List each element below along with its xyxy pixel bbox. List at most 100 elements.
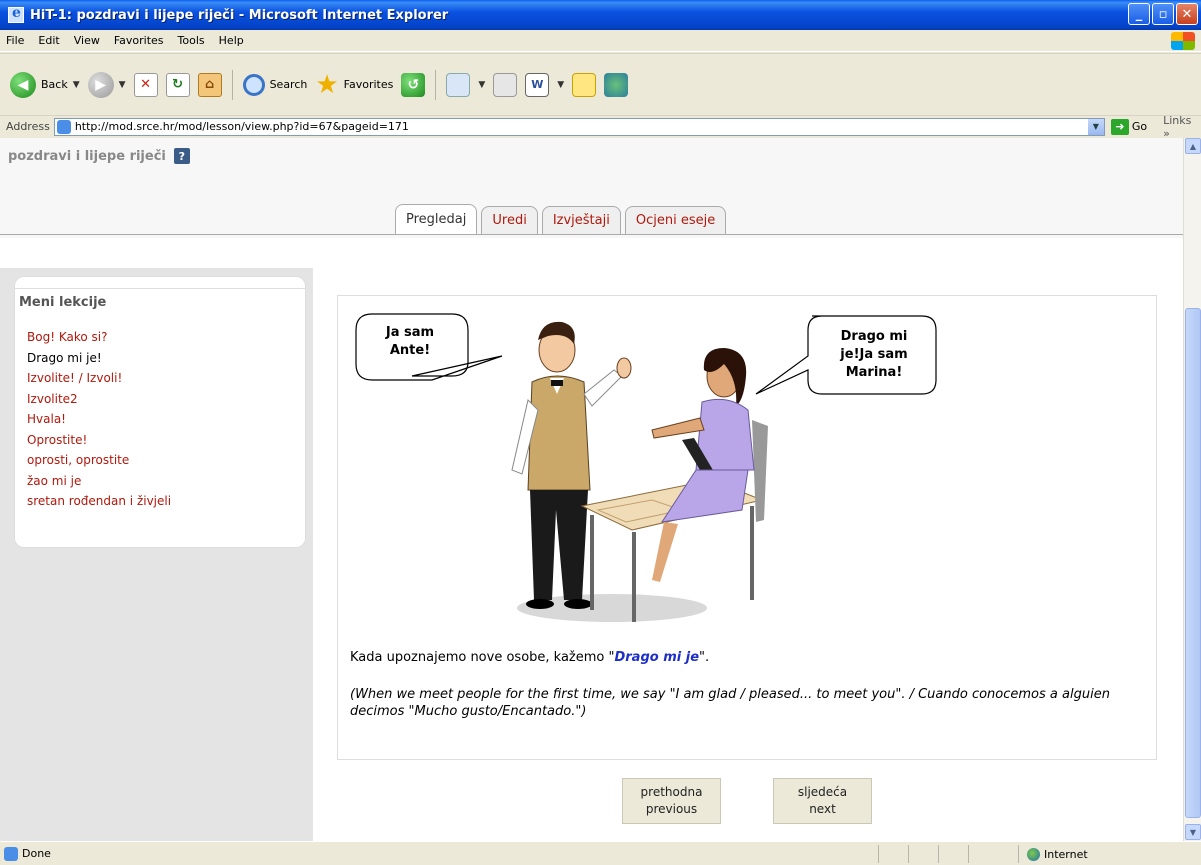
window-titlebar: HiT-1: pozdravi i lijepe riječi - Micros… [0, 0, 1201, 30]
lesson-menu-item[interactable]: sretan rođendan i živjeli [27, 491, 171, 512]
page-title-text: pozdravi i lijepe riječi [8, 148, 166, 164]
status-panel [908, 845, 938, 863]
lesson-menu-item[interactable]: Izvolite2 [27, 389, 171, 410]
links-label: Links [1163, 113, 1192, 127]
address-input[interactable]: http://mod.srce.hr/mod/lesson/view.php?i… [53, 117, 1105, 136]
page-viewport: pozdravi i lijepe riječi ? Pregledaj Ure… [0, 138, 1183, 841]
toolbar-separator [231, 69, 233, 100]
man-figure [511, 321, 632, 609]
page-done-icon [4, 846, 18, 861]
status-panels [878, 845, 998, 863]
window-controls: _ ▫ ✕ [1128, 3, 1198, 25]
lesson-text-highlight: Drago mi je [614, 650, 700, 665]
cartoon-illustration: Ja sam Ante! Drago mi je!Ja sam Marina! [355, 313, 937, 622]
zone-label: Internet [1044, 847, 1088, 861]
windows-logo-icon [1171, 32, 1195, 50]
menu-file[interactable]: File [6, 34, 24, 47]
go-arrow-icon: ➜ [1110, 118, 1129, 135]
next-label-hr: sljedeća [797, 785, 848, 799]
next-button[interactable]: sljedeća next [773, 778, 872, 824]
vertical-scrollbar[interactable]: ▲ ▼ [1183, 138, 1201, 841]
speech-bubble-ante: Ja sam Ante! [355, 313, 503, 381]
address-bar: Address http://mod.srce.hr/mod/lesson/vi… [0, 114, 1201, 140]
lesson-menu-item[interactable]: oprosti, oprostite [27, 450, 171, 471]
tab-pregledaj[interactable]: Pregledaj [395, 204, 478, 234]
page-icon [56, 119, 71, 134]
menu-view[interactable]: View [74, 34, 100, 47]
scroll-down-arrow-icon[interactable]: ▼ [1185, 824, 1201, 840]
bubble-ante-line1: Ja sam [385, 325, 434, 340]
minimize-button[interactable]: _ [1128, 3, 1150, 25]
star-icon: ★ [315, 69, 339, 100]
bubble-marina-line2: je!Ja sam [839, 347, 907, 362]
stop-button[interactable]: ✕ [133, 72, 158, 97]
menu-help[interactable]: Help [219, 34, 244, 47]
close-button[interactable]: ✕ [1176, 3, 1198, 25]
dropdown-arrow-icon: ▼ [118, 79, 126, 90]
refresh-button[interactable]: ↻ [165, 72, 190, 97]
mail-icon[interactable] [446, 72, 471, 97]
tab-divider [0, 234, 1183, 235]
tab-uredi[interactable]: Uredi [481, 206, 538, 234]
security-zone: Internet [1018, 845, 1188, 863]
help-icon[interactable]: ? [173, 148, 190, 164]
maximize-button[interactable]: ▫ [1152, 3, 1174, 25]
scroll-up-arrow-icon[interactable]: ▲ [1185, 138, 1201, 154]
page-header: pozdravi i lijepe riječi ? Pregledaj Ure… [0, 138, 1183, 238]
translation-text: (When we meet people for the first time,… [350, 687, 1110, 719]
home-button[interactable]: ⌂ [197, 72, 222, 97]
search-button[interactable]: Search [242, 65, 307, 105]
lesson-menu-item-current: Drago mi je! [27, 350, 102, 365]
go-label: Go [1131, 120, 1148, 133]
tab-ocjeni-eseje[interactable]: Ocjeni eseje [624, 206, 727, 234]
bubble-ante-line2: Ante! [390, 343, 430, 358]
dropdown-arrow-icon[interactable]: ▼ [478, 80, 485, 90]
window-title: HiT-1: pozdravi i lijepe riječi - Micros… [30, 7, 449, 23]
links-button[interactable]: Links » [1163, 114, 1201, 140]
back-label: Back [41, 78, 68, 91]
address-label: Address [6, 120, 50, 133]
lesson-text-end: ". [699, 650, 710, 665]
menu-favorites[interactable]: Favorites [114, 34, 164, 47]
toolbar-separator [435, 69, 437, 100]
previous-button[interactable]: prethodna previous [622, 778, 721, 824]
speech-bubble-marina: Drago mi je!Ja sam Marina! [755, 315, 937, 395]
block-header-bar [15, 277, 305, 289]
lesson-content: Ja sam Ante! Drago mi je!Ja sam Marina! [337, 295, 1157, 760]
scrollbar-thumb[interactable] [1185, 308, 1201, 818]
status-text: Done [22, 847, 51, 860]
next-label-en: next [809, 802, 836, 816]
favorites-button[interactable]: ★ Favorites [315, 65, 393, 105]
messenger-icon[interactable] [604, 72, 629, 97]
lesson-menu-item[interactable]: Bog! Kako si? [27, 327, 171, 348]
lesson-menu-heading: Meni lekcije [19, 295, 107, 310]
lesson-menu-item[interactable]: Oprostite! [27, 430, 171, 451]
notes-icon[interactable] [572, 72, 597, 97]
lesson-menu-block: Meni lekcije Bog! Kako si? Drago mi je! … [14, 276, 306, 548]
dropdown-arrow-icon[interactable]: ▼ [557, 80, 564, 90]
previous-label-en: previous [645, 802, 698, 816]
menu-edit[interactable]: Edit [38, 34, 59, 47]
status-panel [878, 845, 908, 863]
tab-bar: Pregledaj Uredi Izvještaji Ocjeni eseje [395, 204, 727, 234]
lesson-menu-item[interactable]: Izvolite! / Izvoli! [27, 368, 171, 389]
bubble-marina-line3: Marina! [846, 365, 903, 380]
forward-button[interactable]: ▶ ▼ [87, 65, 126, 105]
status-panel [938, 845, 968, 863]
go-button[interactable]: ➜ Go [1110, 118, 1148, 135]
status-bar: Done Internet [0, 841, 1201, 865]
tab-izvjestaji[interactable]: Izvještaji [541, 206, 621, 234]
print-icon[interactable] [493, 72, 518, 97]
lesson-menu-item[interactable]: žao mi je [27, 471, 171, 492]
menu-bar: File Edit View Favorites Tools Help [0, 30, 1201, 52]
bubble-marina-line1: Drago mi [841, 329, 908, 344]
menu-tools[interactable]: Tools [178, 34, 205, 47]
previous-label-hr: prethodna [640, 785, 703, 799]
ie-icon [8, 5, 24, 23]
word-edit-icon[interactable]: W [525, 72, 550, 97]
history-icon[interactable]: ↺ [401, 72, 426, 97]
back-button[interactable]: ◀ Back ▼ [10, 65, 80, 105]
lesson-menu-item[interactable]: Hvala! [27, 409, 171, 430]
globe-icon [1027, 847, 1040, 861]
address-dropdown-icon[interactable]: ▼ [1087, 118, 1104, 135]
